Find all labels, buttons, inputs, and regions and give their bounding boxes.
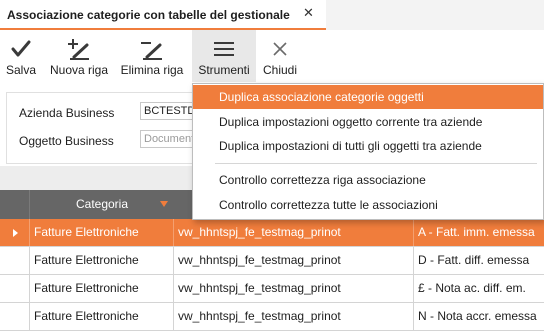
cell-codice[interactable]: A - Fatt. imm. emessa bbox=[414, 219, 544, 246]
cell-codice[interactable]: £ - Nota ac. diff. em. bbox=[414, 275, 544, 302]
table-row[interactable]: Fatture Elettroniche vw_hhntspj_fe_testm… bbox=[0, 219, 544, 247]
title-bar: Associazione categorie con tabelle del g… bbox=[0, 0, 544, 30]
cell-categoria[interactable]: Fatture Elettroniche bbox=[30, 219, 174, 246]
company-label: Azienda Business bbox=[19, 106, 115, 120]
menu-item-duplicate-category-association[interactable]: Duplica associazione categorie oggetti bbox=[193, 85, 543, 109]
cell-codice[interactable]: N - Nota accr. emessa bbox=[414, 303, 544, 330]
tools-dropdown-menu: Duplica associazione categorie oggetti D… bbox=[192, 83, 544, 220]
tab-title: Associazione categorie con tabelle del g… bbox=[7, 8, 290, 22]
cell-tabella[interactable]: vw_hhntspj_fe_testmag_prinot bbox=[174, 219, 414, 246]
row-indicator bbox=[0, 303, 30, 330]
cell-categoria[interactable]: Fatture Elettroniche bbox=[30, 303, 174, 330]
hamburger-menu-icon bbox=[192, 38, 256, 60]
new-row-button[interactable]: Nuova riga bbox=[46, 30, 112, 82]
current-row-arrow-icon bbox=[13, 229, 18, 237]
new-row-label: Nuova riga bbox=[49, 63, 109, 77]
table-row[interactable]: Fatture Elettroniche vw_hhntspj_fe_testm… bbox=[0, 303, 544, 331]
column-header-label: Categoria bbox=[75, 197, 129, 211]
cell-tabella[interactable]: vw_hhntspj_fe_testmag_prinot bbox=[174, 275, 414, 302]
menu-item-duplicate-current-object-settings[interactable]: Duplica impostazioni oggetto corrente tr… bbox=[193, 110, 543, 134]
column-header-categoria[interactable]: Categoria bbox=[30, 190, 174, 219]
toolbar: Salva Nuova riga Elimina riga Strumenti … bbox=[0, 30, 544, 84]
cell-codice[interactable]: D - Fatt. diff. emessa bbox=[414, 247, 544, 274]
close-label: Chiudi bbox=[262, 63, 298, 77]
menu-separator bbox=[215, 163, 537, 164]
object-label: Oggetto Business bbox=[19, 134, 114, 148]
close-button[interactable]: Chiudi bbox=[258, 30, 302, 82]
delete-row-icon bbox=[116, 38, 188, 60]
close-icon bbox=[258, 38, 302, 60]
tools-label: Strumenti bbox=[198, 63, 250, 77]
document-tab[interactable]: Associazione categorie con tabelle del g… bbox=[0, 0, 326, 30]
save-button[interactable]: Salva bbox=[0, 30, 42, 82]
row-header-corner bbox=[0, 190, 30, 219]
add-row-icon bbox=[46, 38, 112, 60]
object-field[interactable]: Documenti bbox=[140, 130, 200, 148]
checkmark-icon bbox=[0, 38, 42, 60]
menu-item-duplicate-all-objects-settings[interactable]: Duplica impostazioni di tutti gli oggett… bbox=[193, 134, 543, 158]
cell-tabella[interactable]: vw_hhntspj_fe_testmag_prinot bbox=[174, 247, 414, 274]
menu-item-check-all-associations[interactable]: Controllo correttezza tutte le associazi… bbox=[193, 193, 543, 217]
delete-row-label: Elimina riga bbox=[120, 63, 184, 77]
save-label: Salva bbox=[5, 63, 37, 77]
tools-button[interactable]: Strumenti bbox=[192, 30, 256, 82]
menu-item-check-row-association[interactable]: Controllo correttezza riga associazione bbox=[193, 168, 543, 192]
table-row[interactable]: Fatture Elettroniche vw_hhntspj_fe_testm… bbox=[0, 275, 544, 303]
row-indicator bbox=[0, 247, 30, 274]
row-indicator bbox=[0, 275, 30, 302]
cell-categoria[interactable]: Fatture Elettroniche bbox=[30, 275, 174, 302]
filter-icon[interactable] bbox=[160, 201, 168, 207]
delete-row-button[interactable]: Elimina riga bbox=[116, 30, 188, 82]
table-row[interactable]: Fatture Elettroniche vw_hhntspj_fe_testm… bbox=[0, 247, 544, 275]
row-indicator bbox=[0, 219, 30, 246]
tab-close-icon[interactable]: ✕ bbox=[303, 5, 314, 21]
cell-categoria[interactable]: Fatture Elettroniche bbox=[30, 247, 174, 274]
cell-tabella[interactable]: vw_hhntspj_fe_testmag_prinot bbox=[174, 303, 414, 330]
company-field[interactable]: BCTESTDB bbox=[140, 102, 200, 120]
